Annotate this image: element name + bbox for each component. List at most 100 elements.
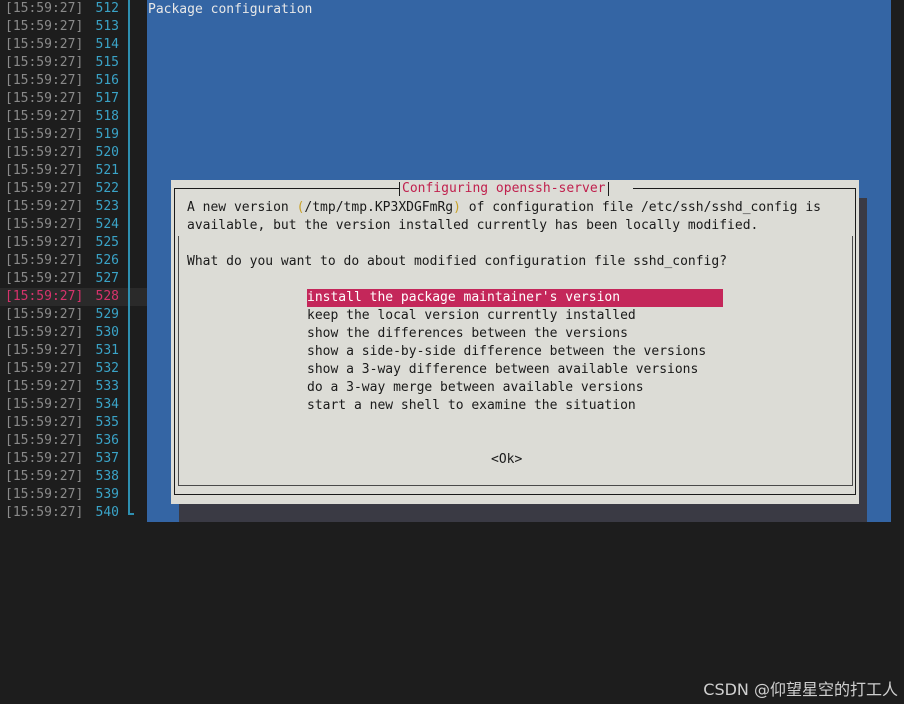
gutter-line: [15:59:27] 520	[0, 144, 147, 162]
gutter-line: [15:59:27] 532	[0, 360, 147, 378]
line-number: 539	[95, 487, 119, 502]
line-number: 515	[95, 55, 119, 70]
option-start-shell[interactable]: start a new shell to examine the situati…	[307, 397, 636, 415]
line-number: 524	[95, 217, 119, 232]
line-number: 516	[95, 73, 119, 88]
gutter-bracket-line	[128, 0, 130, 513]
line-number: 523	[95, 199, 119, 214]
gutter-line: [15:59:27] 538	[0, 468, 147, 486]
gutter-bracket-end	[128, 513, 134, 515]
option-keep-local-version[interactable]: keep the local version currently install…	[307, 307, 636, 325]
gutter-line: [15:59:27] 515	[0, 54, 147, 72]
watermark: CSDN @仰望星空的打工人	[703, 680, 898, 699]
option-side-by-side-diff[interactable]: show a side-by-side difference between t…	[307, 343, 706, 361]
line-number: 518	[95, 109, 119, 124]
line-number: 533	[95, 379, 119, 394]
option-install-maintainer-version[interactable]: install the package maintainer's version	[307, 289, 723, 307]
line-number: 514	[95, 37, 119, 52]
line-number: 525	[95, 235, 119, 250]
line-number: 532	[95, 361, 119, 376]
timestamp: [15:59:27]	[5, 469, 84, 484]
message-line-2: available, but the version installed cur…	[187, 218, 759, 233]
line-number: 538	[95, 469, 119, 484]
gutter-line: [15:59:27] 512	[0, 0, 147, 18]
gutter-line: [15:59:27] 513	[0, 18, 147, 36]
gutter-line: [15:59:27] 525	[0, 234, 147, 252]
timestamp: [15:59:27]	[5, 397, 84, 412]
line-number: 520	[95, 145, 119, 160]
temp-file-path: /tmp/tmp.KP3XDGFmRg	[304, 200, 454, 215]
timestamp: [15:59:27]	[5, 253, 84, 268]
dialog-frame-top-left	[174, 188, 399, 189]
line-number: 528	[95, 289, 119, 304]
timestamp: [15:59:27]	[5, 1, 84, 16]
gutter-line: [15:59:27] 529	[0, 306, 147, 324]
inner-frame-left	[178, 236, 179, 470]
line-number: 531	[95, 343, 119, 358]
timestamp: [15:59:27]	[5, 325, 84, 340]
line-number: 534	[95, 397, 119, 412]
gutter-line: [15:59:27] 528	[0, 288, 147, 306]
gutter-line: [15:59:27] 536	[0, 432, 147, 450]
line-number: 517	[95, 91, 119, 106]
timestamp: [15:59:27]	[5, 433, 84, 448]
timestamp: [15:59:27]	[5, 19, 84, 34]
line-number: 512	[95, 1, 119, 16]
gutter-line: [15:59:27] 527	[0, 270, 147, 288]
gutter-line: [15:59:27] 526	[0, 252, 147, 270]
timestamp: [15:59:27]	[5, 343, 84, 358]
inner-frame-right	[852, 236, 853, 470]
timestamp: [15:59:27]	[5, 235, 84, 250]
gutter-line: [15:59:27] 530	[0, 324, 147, 342]
option-show-differences[interactable]: show the differences between the version…	[307, 325, 628, 343]
timestamp: [15:59:27]	[5, 379, 84, 394]
gutter-line: [15:59:27] 521	[0, 162, 147, 180]
dialog-shadow-right	[859, 198, 867, 504]
dialog-shadow-bottom	[179, 504, 867, 522]
dialog-title: Configuring openssh-server	[399, 180, 609, 198]
timestamp: [15:59:27]	[5, 91, 84, 106]
timestamp: [15:59:27]	[5, 73, 84, 88]
line-number: 536	[95, 433, 119, 448]
timestamp: [15:59:27]	[5, 289, 84, 304]
message-line-1: A new version (/tmp/tmp.KP3XDGFmRg) of c…	[187, 200, 821, 215]
line-number: 530	[95, 325, 119, 340]
ok-button[interactable]: <Ok>	[491, 451, 522, 469]
timestamp: [15:59:27]	[5, 163, 84, 178]
option-3way-diff[interactable]: show a 3-way difference between availabl…	[307, 361, 698, 379]
line-number: 529	[95, 307, 119, 322]
timestamp: [15:59:27]	[5, 487, 84, 502]
timestamp: [15:59:27]	[5, 199, 84, 214]
gutter-line: [15:59:27] 514	[0, 36, 147, 54]
dialog-frame-top-right	[633, 188, 856, 189]
line-number: 513	[95, 19, 119, 34]
timestamp: [15:59:27]	[5, 181, 84, 196]
timestamp: [15:59:27]	[5, 145, 84, 160]
line-number: 526	[95, 253, 119, 268]
gutter-line: [15:59:27] 534	[0, 396, 147, 414]
timestamp: [15:59:27]	[5, 55, 84, 70]
line-number: 527	[95, 271, 119, 286]
gutter-line: [15:59:27] 539	[0, 486, 147, 504]
inner-frame-bottom	[178, 470, 853, 486]
gutter-line: [15:59:27] 522	[0, 180, 147, 198]
timestamp: [15:59:27]	[5, 109, 84, 124]
timestamp: [15:59:27]	[5, 127, 84, 142]
option-3way-merge[interactable]: do a 3-way merge between available versi…	[307, 379, 644, 397]
gutter-line: [15:59:27] 537	[0, 450, 147, 468]
timestamp: [15:59:27]	[5, 505, 84, 520]
line-number: 519	[95, 127, 119, 142]
timestamp: [15:59:27]	[5, 415, 84, 430]
gutter-line: [15:59:27] 518	[0, 108, 147, 126]
terminal-header: Package configuration	[148, 2, 313, 17]
gutter-line: [15:59:27] 523	[0, 198, 147, 216]
timestamp: [15:59:27]	[5, 271, 84, 286]
gutter-line: [15:59:27] 535	[0, 414, 147, 432]
line-number: 535	[95, 415, 119, 430]
timestamp: [15:59:27]	[5, 217, 84, 232]
timestamp: [15:59:27]	[5, 307, 84, 322]
gutter-line: [15:59:27] 516	[0, 72, 147, 90]
question-text: What do you want to do about modified co…	[187, 254, 728, 269]
gutter-line: [15:59:27] 517	[0, 90, 147, 108]
gutter-line: [15:59:27] 524	[0, 216, 147, 234]
